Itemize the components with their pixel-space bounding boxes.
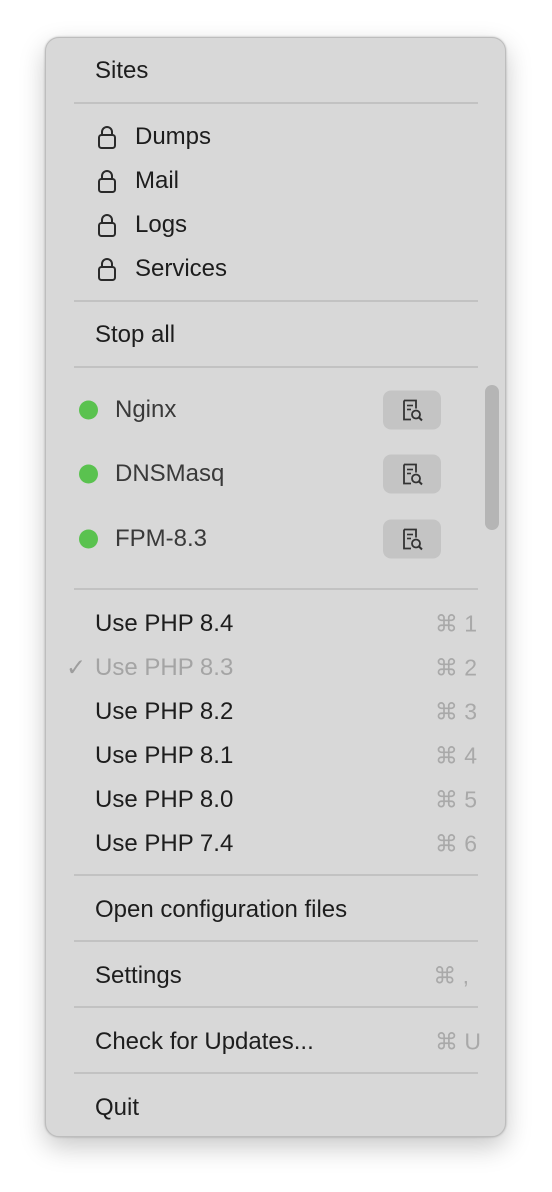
service-label: FPM-8.3 <box>115 525 208 552</box>
keyboard-shortcut: ⌘ 2 <box>434 654 477 681</box>
keyboard-shortcut: ⌘ 1 <box>434 610 477 637</box>
lock-icon <box>98 170 116 193</box>
menu-item-label: Use PHP 7.4 <box>95 830 234 857</box>
menu-separator <box>74 940 478 942</box>
menu-item-open-config[interactable]: Open configuration files <box>46 888 505 932</box>
menu-item-label: Quit <box>95 1094 140 1121</box>
menu-item-label: Use PHP 8.1 <box>95 742 234 769</box>
menu-item-label: Open configuration files <box>95 896 348 923</box>
menu-separator <box>74 1006 478 1008</box>
menu-item-label: Settings <box>95 962 182 989</box>
menu-item-label: Services <box>135 255 228 282</box>
checkmark-icon: ✓ <box>66 654 87 682</box>
menu-separator <box>74 366 478 368</box>
menu-item-label: Check for Updates... <box>95 1028 314 1055</box>
lock-icon <box>98 126 116 149</box>
menu-separator <box>74 874 478 876</box>
view-log-button[interactable] <box>383 519 441 559</box>
menu-item-quit[interactable]: Quit <box>46 1086 505 1130</box>
menu-item-php-7-4[interactable]: Use PHP 7.4 ⌘ 6 <box>46 822 505 866</box>
menu-item-label: Mail <box>135 167 180 194</box>
menu-item-services[interactable]: Services <box>46 247 505 291</box>
log-search-icon <box>403 528 423 551</box>
lock-icon <box>98 258 116 281</box>
menu-item-logs[interactable]: Logs <box>46 203 505 247</box>
menu-item-label: Logs <box>135 211 188 238</box>
menu-item-label: Stop all <box>95 321 176 348</box>
menu-item-stop-all[interactable]: Stop all <box>46 313 505 357</box>
service-label: Nginx <box>115 396 177 423</box>
menu-item-php-8-4[interactable]: Use PHP 8.4 ⌘ 1 <box>46 602 505 646</box>
status-running-icon <box>79 464 98 484</box>
menu-item-label: Sites <box>95 57 149 84</box>
menu-item-label: Dumps <box>135 123 212 150</box>
menu-item-php-8-1[interactable]: Use PHP 8.1 ⌘ 4 <box>46 734 505 778</box>
menu-item-dumps[interactable]: Dumps <box>46 115 505 159</box>
keyboard-shortcut: ⌘ , <box>433 962 469 989</box>
menu-separator <box>74 1072 478 1074</box>
menu-separator <box>74 102 478 104</box>
menu-item-check-updates[interactable]: Check for Updates... ⌘ U <box>46 1020 505 1064</box>
menu-item-php-8-2[interactable]: Use PHP 8.2 ⌘ 3 <box>46 690 505 734</box>
menu-item-label: Use PHP 8.3 <box>95 654 234 681</box>
menu-item-label: Use PHP 8.4 <box>95 610 234 637</box>
menu-item-php-8-3[interactable]: ✓ Use PHP 8.3 ⌘ 2 <box>46 646 505 690</box>
menu-item-sites[interactable]: Sites <box>46 49 505 93</box>
view-log-button[interactable] <box>383 390 441 430</box>
keyboard-shortcut: ⌘ 5 <box>434 786 477 813</box>
log-search-icon <box>403 463 423 486</box>
keyboard-shortcut: ⌘ 6 <box>434 830 477 857</box>
service-label: DNSMasq <box>115 460 225 487</box>
keyboard-shortcut: ⌘ U <box>435 1028 481 1055</box>
keyboard-shortcut: ⌘ 3 <box>434 698 477 725</box>
menu-item-php-8-0[interactable]: Use PHP 8.0 ⌘ 5 <box>46 778 505 822</box>
menu-separator <box>74 588 478 590</box>
menu-item-mail[interactable]: Mail <box>46 159 505 203</box>
view-log-button[interactable] <box>383 454 441 494</box>
keyboard-shortcut: ⌘ 4 <box>434 742 477 769</box>
menu-separator <box>74 300 478 302</box>
service-row-nginx[interactable]: Nginx <box>46 388 505 432</box>
menu-item-label: Use PHP 8.0 <box>95 786 234 813</box>
service-row-fpm[interactable]: FPM-8.3 <box>46 517 505 561</box>
log-search-icon <box>403 399 423 422</box>
scrollbar-thumb[interactable] <box>485 385 499 530</box>
service-row-dnsmasq[interactable]: DNSMasq <box>46 452 505 496</box>
lock-icon <box>98 214 116 237</box>
status-running-icon <box>79 400 98 420</box>
menu-item-label: Use PHP 8.2 <box>95 698 234 725</box>
menu-item-settings[interactable]: Settings ⌘ , <box>46 954 505 998</box>
status-running-icon <box>79 529 98 549</box>
dropdown-menu: Sites Dumps Mail Logs Services Stop all … <box>45 37 506 1137</box>
